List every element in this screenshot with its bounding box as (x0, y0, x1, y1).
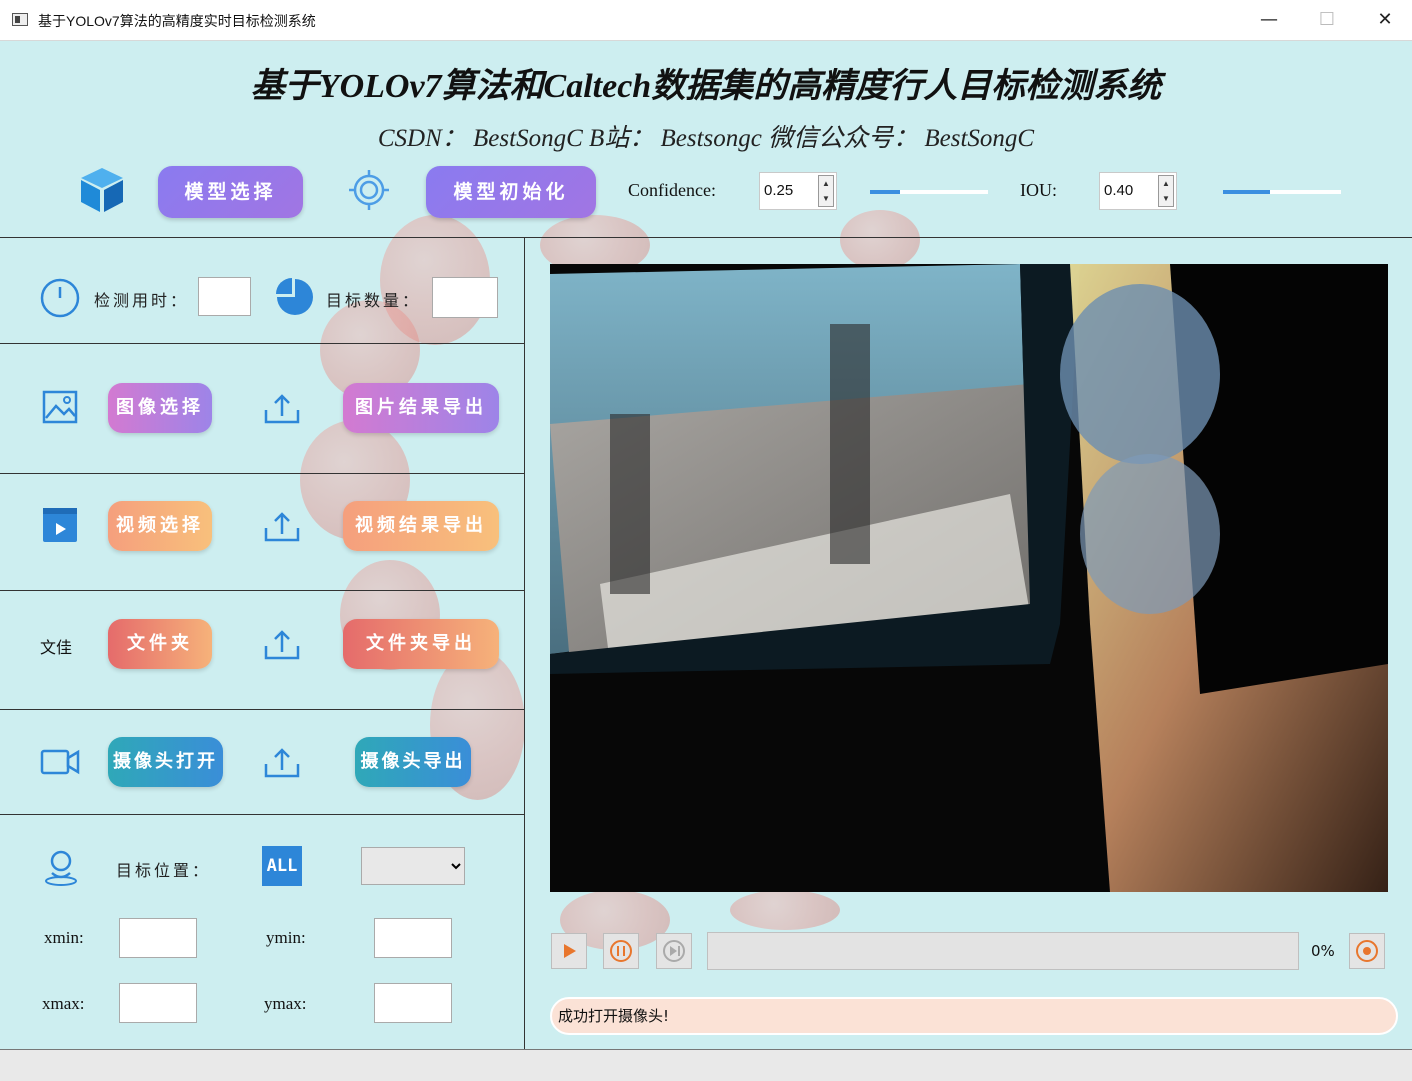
target-icon (349, 170, 389, 210)
divider (0, 590, 524, 591)
image-icon (42, 390, 78, 424)
pause-icon (610, 940, 632, 962)
iou-slider[interactable] (1223, 190, 1341, 194)
clock-icon (40, 278, 80, 318)
video-display (550, 264, 1388, 892)
iou-spinbox[interactable]: 0.40 ▲ ▼ (1099, 172, 1177, 210)
ymin-field (374, 918, 452, 958)
record-button[interactable] (1349, 933, 1385, 969)
user-pin-icon (45, 850, 77, 886)
record-icon (1356, 940, 1378, 962)
spin-arrows-icon[interactable]: ▲ ▼ (1158, 175, 1174, 207)
camera-open-button[interactable]: 摄像头打开 (108, 737, 223, 787)
divider (0, 473, 524, 474)
ymax-label: ymax: (264, 994, 307, 1013)
window-title: 基于YOLOv7算法的高精度实时目标检测系统 (38, 13, 316, 29)
maximize-button[interactable]: ☐ (1298, 0, 1356, 40)
folder-label: 文佳 (40, 638, 73, 657)
background-decoration (730, 890, 840, 930)
window-statusbar (0, 1049, 1412, 1081)
pause-button[interactable] (603, 933, 639, 969)
video-export-button[interactable]: 视频结果导出 (343, 501, 499, 551)
iou-value: 0.40 (1104, 182, 1134, 199)
ymax-field (374, 983, 452, 1023)
confidence-label: Confidence: (628, 180, 716, 200)
iou-slider-fill (1223, 190, 1271, 194)
all-badge-icon: ALL (262, 846, 302, 886)
spin-arrows-icon[interactable]: ▲ ▼ (818, 175, 834, 207)
upload-icon[interactable] (262, 628, 302, 662)
upload-icon[interactable] (262, 392, 302, 426)
model-init-button[interactable]: 模型初始化 (426, 166, 596, 218)
xmin-field (119, 918, 197, 958)
progress-text: 0% (1311, 942, 1335, 960)
cube-icon (81, 168, 123, 212)
xmax-label: xmax: (42, 994, 85, 1013)
iou-label: IOU: (1020, 180, 1057, 200)
time-field (198, 277, 251, 316)
close-button[interactable]: ✕ (1356, 0, 1412, 40)
position-label: 目标位置： (116, 861, 212, 880)
camera-icon (40, 749, 80, 775)
app-icon (12, 13, 28, 26)
play-button[interactable] (551, 933, 587, 969)
divider (0, 237, 1412, 238)
divider (0, 709, 524, 710)
confidence-value: 0.25 (764, 182, 794, 199)
time-label: 检测用时： (94, 291, 190, 310)
confidence-spinbox[interactable]: 0.25 ▲ ▼ (759, 172, 837, 210)
divider (524, 237, 525, 1049)
minimize-button[interactable]: — (1240, 0, 1298, 40)
confidence-slider-fill (870, 190, 900, 194)
xmin-label: xmin: (44, 928, 84, 947)
count-label: 目标数量： (326, 291, 422, 310)
stop-button[interactable] (656, 933, 692, 969)
status-message: 成功打开摄像头! (550, 997, 1398, 1035)
window-titlebar: 基于YOLOv7算法的高精度实时目标检测系统 — ☐ ✕ (0, 0, 1412, 41)
pie-icon (276, 278, 313, 315)
camera-frame-image (550, 264, 1388, 892)
model-select-button[interactable]: 模型选择 (158, 166, 303, 218)
folder-export-button[interactable]: 文件夹导出 (343, 619, 499, 669)
folder-select-button[interactable]: 文件夹 (108, 619, 212, 669)
camera-export-button[interactable]: 摄像头导出 (355, 737, 471, 787)
target-select[interactable] (361, 847, 465, 885)
background-decoration (840, 210, 920, 270)
progress-bar[interactable] (707, 932, 1299, 970)
video-file-icon (43, 508, 77, 542)
confidence-slider[interactable] (870, 190, 988, 194)
video-select-button[interactable]: 视频选择 (108, 501, 212, 551)
page-subtitle: CSDN： BestSongC B站： Bestsongc 微信公众号： Bes… (377, 125, 1035, 152)
upload-icon[interactable] (262, 746, 302, 780)
xmax-field (119, 983, 197, 1023)
ymin-label: ymin: (266, 928, 306, 947)
upload-icon[interactable] (262, 510, 302, 544)
image-select-button[interactable]: 图像选择 (108, 383, 212, 433)
count-field (432, 277, 498, 318)
play-icon (564, 944, 576, 958)
divider (0, 343, 524, 344)
stop-icon (663, 940, 685, 962)
divider (0, 814, 524, 815)
page-title: 基于YOLOv7算法和Caltech数据集的高精度行人目标检测系统 (250, 68, 1162, 105)
image-export-button[interactable]: 图片结果导出 (343, 383, 499, 433)
